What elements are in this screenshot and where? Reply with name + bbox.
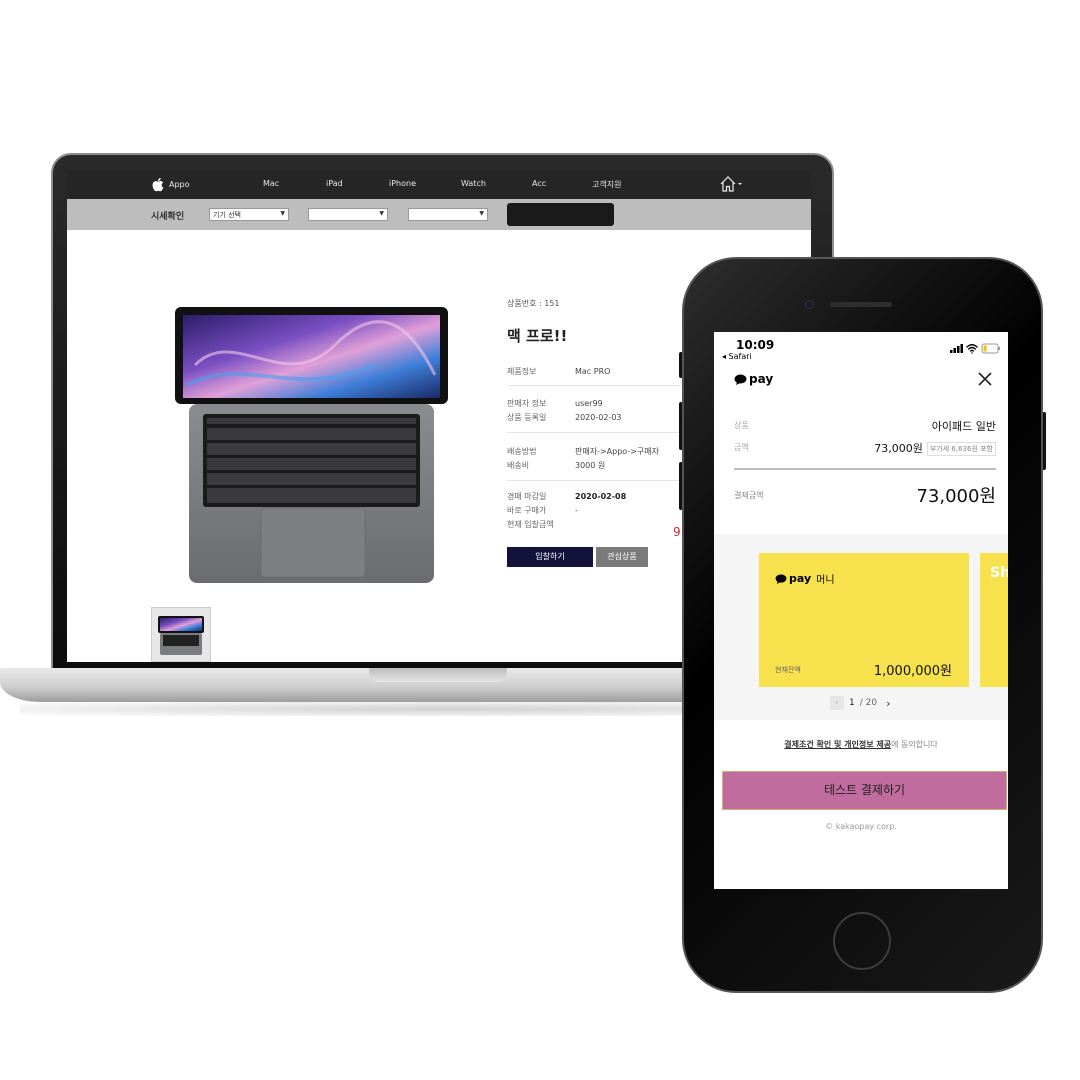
detail-row-buynow: 바로 구매가 - [507,505,578,516]
detail-row-seller: 판매자 정보 user99 [507,398,603,409]
phone-speaker [830,302,892,307]
home-icon[interactable] [719,175,745,193]
item-label: 상품 [734,421,749,430]
total-label: 결제금액 [734,491,764,500]
device-select-value: 기기 선택 [213,211,241,219]
shipping-label: 배송방법 [507,447,537,456]
current-bid-label: 현재 입찰금액 [507,520,554,529]
price-check-bar: 시세확인 기기 선택 ▼ ▼ ▼ [67,199,811,230]
buynow-value: - [575,506,578,515]
test-pay-button[interactable]: 테스트 결제하기 [722,771,1007,810]
phone-screen: 10:09 ◂ Safari pay 상품 아이패드 일반 금액 73,000원… [714,332,1008,889]
deadline-value: 2020-02-08 [575,492,627,501]
status-time: 10:09 [736,338,775,352]
brand-name: Appo [169,180,190,189]
nav-support[interactable]: 고객지원 [592,179,621,190]
product-title: 맥 프로!! [507,327,568,345]
status-bar: 10:09 ◂ Safari [714,332,1008,362]
balance-value: 1,000,000원 [873,664,952,679]
deadline-label: 경매 마감일 [507,492,547,501]
current-bid-value: 9 [673,525,681,539]
speech-bubble-icon [734,374,747,385]
date-label: 상품 등록일 [507,413,547,422]
speech-bubble-icon [775,573,787,584]
pager-current: 1 [849,698,855,708]
copyright: © kakaopay corp. [825,822,897,831]
buynow-label: 바로 구매가 [507,506,547,515]
phone-camera [805,300,814,309]
balance-label: 현재잔액 [775,666,801,674]
option-select[interactable]: ▼ [408,208,488,221]
agreement-text: 결제조건 확인 및 개인정보 제공에 동의합니다 [714,739,1008,750]
site-logo[interactable]: Appo [151,177,190,192]
product-number: 상품번호 : 151 [507,299,560,308]
chevron-left-icon[interactable]: ‹ [830,696,844,710]
bid-button[interactable]: 입찰하기 [507,547,593,567]
detail-row-current-bid: 현재 입찰금액 [507,519,575,530]
kakaopay-logo: pay [734,372,773,386]
nav-iphone[interactable]: iPhone [389,179,416,188]
carousel-pager: ‹ 1 / 20 › [830,696,891,710]
laptop-notch [369,668,507,682]
price-check-label: 시세확인 [151,212,185,222]
seller-label: 판매자 정보 [507,399,547,408]
item-value: 아이패드 일반 [931,420,996,433]
detail-row-shipping: 배송방법 판매자->Appo->구매자 [507,446,659,457]
terms-link[interactable]: 결제조건 확인 및 개인정보 제공 [784,740,891,749]
nav-watch[interactable]: Watch [461,179,486,188]
product-image [175,307,448,583]
product-thumbnail[interactable] [151,607,211,662]
fee-value: 3000 원 [575,461,606,470]
price-check-button[interactable] [507,203,614,226]
dropdown-arrow-icon: ▼ [379,210,384,217]
total-value: 73,000원 [916,486,996,507]
signal-icon [950,344,963,353]
kakaopay-money-card[interactable]: pay 머니 현재잔액 1,000,000원 [759,553,969,687]
dropdown-arrow-icon: ▼ [479,210,484,217]
fee-label: 배송비 [507,461,530,470]
agreement-suffix: 에 동의합니다 [891,740,938,749]
payment-method-carousel: pay 머니 현재잔액 1,000,000원 Sh ‹ 1 / 20 › [714,534,1008,720]
back-to-safari[interactable]: ◂ Safari [722,352,752,361]
detail-row-fee: 배송비 3000 원 [507,460,605,471]
site-navbar: Appo Mac iPad iPhone Watch Acc 고객지원 [67,170,811,199]
card-money-label: 머니 [816,575,835,586]
status-icons [950,343,1000,354]
amount-label: 금액 [734,443,749,452]
card-brand: pay 머니 [775,571,835,586]
nav-acc[interactable]: Acc [532,179,546,188]
divider [734,468,996,470]
thumbnail-image [158,616,204,655]
pager-total: / 20 [859,698,878,708]
amount-value-wrap: 73,000원 부가세 6,636원 포함 [874,440,996,456]
next-card-label: Sh [990,565,1008,581]
chevron-right-icon[interactable]: › [886,697,890,710]
info-value: Mac PRO [575,367,611,376]
seller-value: user99 [575,399,603,408]
card-pay-label: pay [789,572,812,585]
info-label: 제품정보 [507,367,537,376]
shipping-value: 판매자->Appo->구매자 [575,447,660,456]
detail-row-info: 제품정보 Mac PRO [507,366,610,377]
date-value: 2020-02-03 [575,413,622,422]
wishlist-button[interactable]: 관심상품 [596,547,648,567]
apple-icon [152,178,164,192]
dropdown-arrow-icon: ▼ [280,210,285,217]
phone-home-button[interactable] [833,912,891,970]
vat-badge: 부가세 6,636원 포함 [926,442,996,456]
close-icon[interactable] [976,370,994,388]
next-payment-card[interactable]: Sh [980,553,1008,687]
device-select[interactable]: 기기 선택 ▼ [209,208,289,221]
kakaopay-brand: pay [749,372,774,386]
amount-value: 73,000원 [874,442,923,455]
nav-ipad[interactable]: iPad [326,179,343,188]
detail-row-deadline: 경매 마감일 2020-02-08 [507,491,626,502]
wifi-icon [966,344,978,354]
nav-mac[interactable]: Mac [263,179,279,188]
model-select[interactable]: ▼ [308,208,388,221]
detail-row-date: 상품 등록일 2020-02-03 [507,412,622,423]
